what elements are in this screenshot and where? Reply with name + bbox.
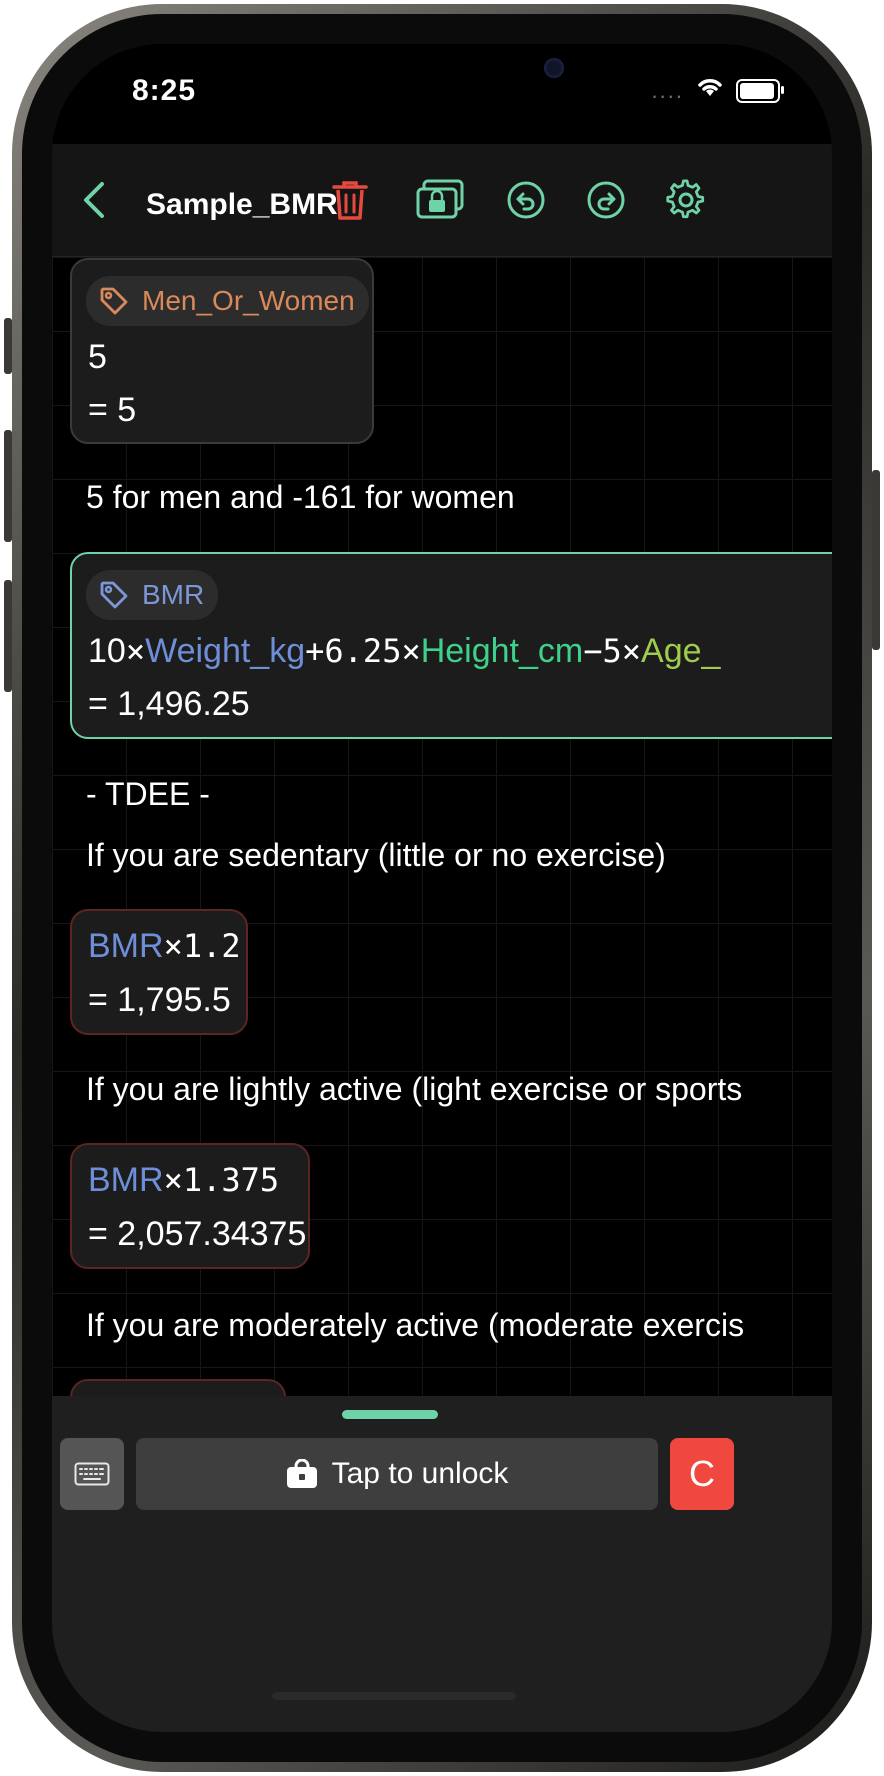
side-button — [4, 430, 12, 542]
gear-icon — [666, 179, 705, 219]
expression: BMR×1.2 — [88, 927, 241, 966]
lock-copy-icon — [416, 179, 464, 219]
chevron-left-icon — [84, 182, 104, 218]
side-button — [872, 470, 880, 650]
operator: ×1.2 — [163, 927, 241, 965]
battery-icon — [736, 78, 784, 103]
panel-grabber[interactable] — [342, 1410, 438, 1419]
back-button[interactable] — [82, 180, 106, 230]
undo-button[interactable] — [500, 174, 552, 226]
lock-copy-button[interactable] — [410, 174, 470, 226]
clear-button[interactable]: C — [670, 1438, 734, 1510]
note-text: If you are sedentary (little or no exerc… — [86, 837, 666, 873]
tag-icon — [100, 581, 128, 609]
note-text: 5 for men and -161 for women — [86, 479, 515, 515]
section-heading: - TDEE - — [86, 776, 210, 812]
status-time: 8:25 — [132, 74, 197, 107]
variable-ref[interactable]: BMR — [88, 927, 164, 965]
operator: × — [621, 632, 642, 670]
variable-ref[interactable]: Age_ — [641, 632, 720, 670]
keyboard-icon — [74, 1462, 110, 1486]
expression-card-sedentary[interactable]: BMR×1.2 = 1,795.5 — [70, 909, 248, 1035]
side-button — [4, 580, 12, 692]
delete-button[interactable] — [324, 174, 376, 226]
page-title: Sample_BMR — [146, 188, 338, 221]
variable-card-men-or-women[interactable]: Men_Or_Women 5 = 5 — [70, 258, 374, 444]
canvas[interactable]: Men_Or_Women 5 = 5 5 for men and -161 fo… — [52, 257, 832, 1417]
note-text: If you are moderately active (moderate e… — [86, 1307, 745, 1343]
navigation-bar: Sample_BMR — [52, 144, 832, 257]
unlock-button[interactable]: Tap to unlock — [136, 1438, 658, 1510]
variable-tag[interactable]: Men_Or_Women — [86, 276, 369, 326]
result: = 1,496.25 — [88, 685, 250, 723]
number: 6.25 — [324, 632, 402, 670]
redo-button[interactable] — [580, 174, 632, 226]
variable-name: BMR — [142, 579, 205, 610]
operator: ×1.375 — [163, 1161, 280, 1199]
notch — [282, 44, 602, 112]
variable-card-bmr[interactable]: BMR 10×Weight_kg+6.25×Height_cm−5×Age_ =… — [70, 552, 832, 739]
settings-button[interactable] — [660, 174, 712, 226]
operator: × — [125, 632, 146, 670]
variable-ref[interactable]: Weight_kg — [145, 632, 305, 670]
expression: 5 — [88, 338, 107, 376]
expression: 10×Weight_kg+6.25×Height_cm−5×Age_ — [88, 632, 720, 671]
signal-icon: .... — [651, 77, 684, 103]
variable-ref[interactable]: Height_cm — [421, 632, 584, 670]
variable-name: Men_Or_Women — [142, 285, 355, 316]
side-button — [4, 318, 12, 374]
status-icons: .... — [651, 76, 784, 105]
redo-icon — [587, 181, 625, 219]
operator: − — [583, 632, 603, 670]
trash-icon — [332, 181, 368, 220]
lock-icon — [286, 1459, 317, 1488]
number: 5 — [602, 632, 622, 670]
expression: BMR×1.375 — [88, 1161, 279, 1200]
screen: 8:25 .... Sample_BMR Men_Or_Women 5 = 5 … — [52, 44, 832, 1732]
undo-icon — [507, 181, 545, 219]
note-text: If you are lightly active (light exercis… — [86, 1071, 743, 1107]
camera — [544, 58, 564, 78]
unlock-label: Tap to unlock — [331, 1457, 509, 1490]
variable-tag[interactable]: BMR — [86, 570, 219, 620]
expression-card-light[interactable]: BMR×1.375 = 2,057.34375 — [70, 1143, 310, 1269]
home-indicator — [272, 1692, 516, 1700]
wifi-icon — [696, 76, 724, 105]
result: = 1,795.5 — [88, 981, 231, 1019]
keyboard-button[interactable] — [60, 1438, 124, 1510]
result: = 5 — [88, 391, 137, 429]
operator: × — [401, 632, 421, 670]
operator: + — [305, 632, 325, 670]
bottom-panel: Tap to unlock C — [52, 1396, 832, 1732]
result: = 2,057.34375 — [88, 1215, 307, 1253]
variable-ref[interactable]: BMR — [88, 1161, 164, 1199]
tag-icon — [100, 287, 128, 315]
number: 10 — [88, 632, 126, 670]
